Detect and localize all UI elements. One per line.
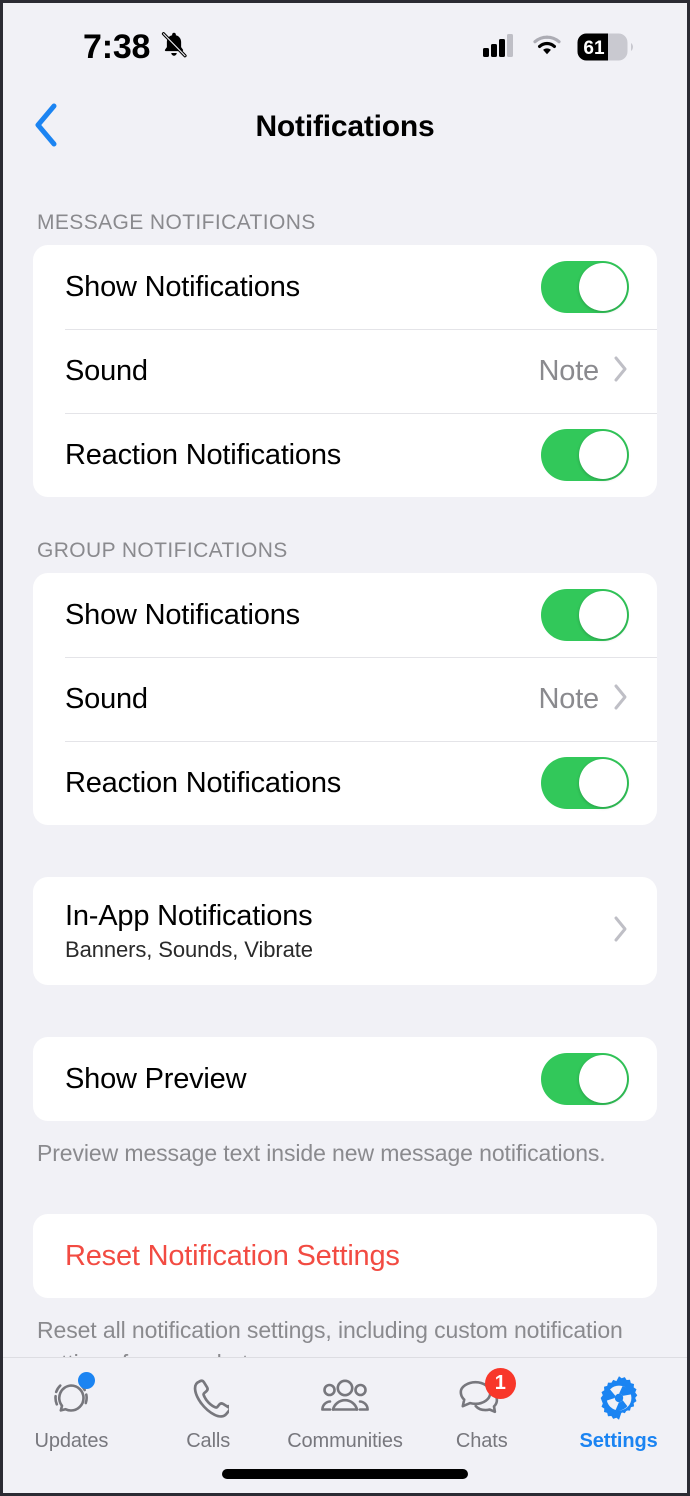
- show-preview-footer: Preview message text inside new message …: [37, 1140, 606, 1166]
- tab-settings[interactable]: Settings: [550, 1372, 687, 1453]
- toggle-knob: [579, 759, 627, 807]
- phone-screen: 7:38 61 Notifications MESSAGE NOTIFICATI…: [0, 0, 690, 1496]
- tab-label-calls: Calls: [186, 1430, 231, 1452]
- home-indicator: [222, 1469, 468, 1479]
- gear-icon: [589, 1372, 649, 1424]
- reset-footer: Reset all notification settings, includi…: [37, 1317, 623, 1357]
- row-group-reaction-notifications[interactable]: Reaction Notifications: [33, 741, 657, 825]
- status-bar-right: 61: [483, 33, 635, 62]
- row-title: In-App Notifications: [65, 899, 313, 932]
- settings-scroll-area[interactable]: MESSAGE NOTIFICATIONS Show Notifications…: [3, 163, 687, 1357]
- row-in-app-notifications[interactable]: In-App Notifications Banners, Sounds, Vi…: [33, 877, 657, 985]
- row-message-sound[interactable]: Sound Note: [33, 329, 657, 413]
- row-message-reaction-notifications[interactable]: Reaction Notifications: [33, 413, 657, 497]
- row-group-sound[interactable]: Sound Note: [33, 657, 657, 741]
- chat-bubbles-icon: 1: [452, 1368, 516, 1424]
- tab-label-settings: Settings: [579, 1430, 658, 1452]
- row-value-sound: Note: [538, 682, 600, 715]
- chevron-right-icon: [613, 355, 629, 388]
- tab-label-communities: Communities: [287, 1430, 403, 1452]
- toggle-knob: [579, 1055, 627, 1103]
- toggle-knob: [579, 591, 627, 639]
- section-header-message: MESSAGE NOTIFICATIONS: [37, 211, 316, 234]
- row-group-show-notifications[interactable]: Show Notifications: [33, 573, 657, 657]
- tab-updates[interactable]: Updates: [3, 1372, 140, 1453]
- toggle-message-reaction-notifications[interactable]: [541, 429, 629, 481]
- status-bar-left: 7:38: [83, 30, 189, 65]
- updates-ring-icon: [41, 1372, 101, 1424]
- row-label: Show Notifications: [65, 270, 300, 303]
- tab-communities[interactable]: Communities: [277, 1372, 414, 1453]
- navigation-bar: Notifications: [3, 91, 687, 163]
- communities-people-icon: [315, 1372, 375, 1424]
- status-bar: 7:38 61: [3, 3, 687, 91]
- cellular-bars-icon: [483, 33, 517, 62]
- row-label: Show Notifications: [65, 598, 300, 631]
- row-subtitle: Banners, Sounds, Vibrate: [65, 936, 313, 962]
- status-bar-clock: 7:38: [83, 28, 151, 66]
- row-label: Show Preview: [65, 1062, 247, 1095]
- tab-label-chats: Chats: [455, 1430, 508, 1452]
- row-show-preview[interactable]: Show Preview: [33, 1037, 657, 1121]
- tab-label-updates: Updates: [34, 1430, 109, 1452]
- wifi-icon: [531, 33, 563, 62]
- row-label: Reaction Notifications: [65, 766, 342, 799]
- show-preview-card: Show Preview: [33, 1037, 657, 1121]
- toggle-group-show-notifications[interactable]: [541, 589, 629, 641]
- tab-chats[interactable]: 1 Chats: [413, 1368, 550, 1453]
- chevron-right-icon: [613, 683, 629, 716]
- tab-calls[interactable]: Calls: [140, 1372, 277, 1453]
- row-message-show-notifications[interactable]: Show Notifications: [33, 245, 657, 329]
- page-title: Notifications: [255, 110, 435, 143]
- reset-button-label: Reset Notification Settings: [65, 1239, 400, 1272]
- bell-slash-icon: [159, 30, 189, 65]
- toggle-group-reaction-notifications[interactable]: [541, 757, 629, 809]
- toggle-knob: [579, 431, 627, 479]
- row-reset-notification-settings[interactable]: Reset Notification Settings: [33, 1214, 657, 1298]
- row-label: Reaction Notifications: [65, 438, 342, 471]
- phone-icon: [178, 1372, 238, 1424]
- battery-level-text: 61: [583, 38, 605, 59]
- row-text-stack: In-App Notifications Banners, Sounds, Vi…: [65, 900, 613, 963]
- row-label: Sound: [65, 682, 148, 715]
- toggle-message-show-notifications[interactable]: [541, 261, 629, 313]
- group-notifications-card: Show Notifications Sound Note Reaction N…: [33, 573, 657, 825]
- row-label: Sound: [65, 354, 148, 387]
- battery-indicator: 61: [577, 33, 635, 61]
- toggle-knob: [579, 263, 627, 311]
- in-app-notifications-card: In-App Notifications Banners, Sounds, Vi…: [33, 877, 657, 985]
- reset-notification-settings-card: Reset Notification Settings: [33, 1214, 657, 1299]
- chevron-right-icon: [613, 915, 629, 948]
- row-value-sound: Note: [538, 354, 600, 387]
- message-notifications-card: Show Notifications Sound Note Reaction N…: [33, 245, 657, 497]
- section-header-group: GROUP NOTIFICATIONS: [37, 539, 288, 562]
- toggle-show-preview[interactable]: [541, 1053, 629, 1105]
- chats-badge-count: 1: [484, 1368, 516, 1399]
